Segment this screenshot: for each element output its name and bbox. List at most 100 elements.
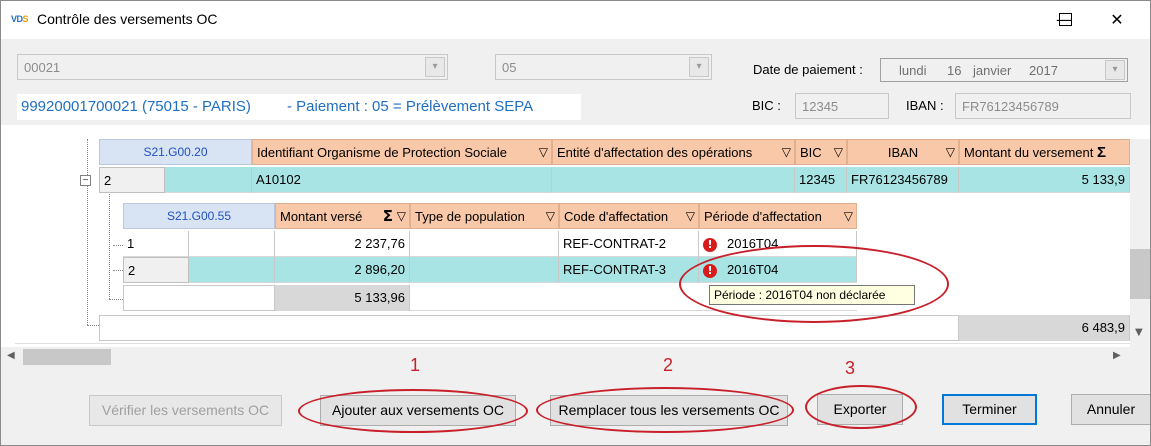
date-year: 2017 xyxy=(1029,63,1058,78)
scroll-down-icon[interactable]: ▼ xyxy=(1135,327,1143,338)
date-day: 16 xyxy=(947,63,962,78)
filter-icon[interactable]: ▽ xyxy=(946,140,955,164)
window-title: Contrôle des versements OC xyxy=(37,11,218,27)
table-cell[interactable]: 12345 xyxy=(795,167,847,193)
filter-icon[interactable]: ▽ xyxy=(782,140,791,164)
table-cell[interactable] xyxy=(410,231,559,257)
table-cell[interactable]: REF-CONTRAT-3 xyxy=(559,257,699,283)
outer-total: 6 483,9 xyxy=(959,315,1130,341)
table-cell[interactable]: FR76123456789 xyxy=(847,167,959,193)
title-bar: VDS Contrôle des versements OC — ✕ xyxy=(1,1,1150,39)
tree-collapse-icon[interactable]: − xyxy=(80,175,91,186)
warning-icon: ! xyxy=(703,237,717,252)
sum-icon[interactable]: Σ xyxy=(383,204,393,228)
col-header-periode-affectation[interactable]: Période d'affectation ▽ xyxy=(699,203,857,229)
annotation-number: 2 xyxy=(663,355,674,375)
annotation-ellipse xyxy=(805,385,917,429)
row-index: 1 xyxy=(127,236,135,251)
tree-line xyxy=(109,299,123,300)
col-header-iban[interactable]: IBAN ▽ xyxy=(847,139,959,165)
inner-total: 5 133,96 xyxy=(275,285,410,311)
annotation-ellipse xyxy=(679,245,949,323)
data-grid[interactable]: − S21.G00.20 Identifiant Organisme de Pr… xyxy=(1,139,1150,347)
date-month: janvier xyxy=(973,63,1012,78)
table-cell[interactable]: 5 133,9 xyxy=(959,167,1130,193)
filter-icon[interactable]: ▽ xyxy=(397,204,406,228)
filter-icon[interactable]: ▽ xyxy=(546,204,555,228)
chevron-down-icon[interactable]: ▾ xyxy=(425,57,445,77)
maximize-icon[interactable] xyxy=(1059,13,1072,26)
date-label: Date de paiement : xyxy=(753,62,863,77)
table-cell[interactable]: 2 896,20 xyxy=(275,257,410,283)
col-header-montant-versement[interactable]: Montant du versement Σ xyxy=(959,139,1130,165)
tree-line xyxy=(113,270,123,271)
col-header-label: Identifiant Organisme de Protection Soci… xyxy=(257,145,508,160)
dialog-window: VDS Contrôle des versements OC — ✕ 00021… xyxy=(0,0,1151,446)
row-selector[interactable]: 2 xyxy=(123,257,189,283)
col-header-label: IBAN xyxy=(887,145,919,160)
table-cell[interactable] xyxy=(552,167,795,193)
sum-icon[interactable]: Σ xyxy=(1097,144,1106,161)
row-selector[interactable]: 1 xyxy=(123,231,189,257)
row-selector[interactable]: 2 xyxy=(99,167,165,193)
scroll-right-icon[interactable]: ▶ xyxy=(1113,350,1121,361)
vertical-scrollbar[interactable]: ▼ xyxy=(1130,139,1150,347)
annotation-ellipse xyxy=(536,387,794,433)
col-header-label: Montant versé xyxy=(280,209,363,224)
iban-value: FR76123456789 xyxy=(962,99,1059,114)
col-header-bic[interactable]: BIC ▽ xyxy=(795,139,847,165)
payment-mode-combo[interactable]: 05 ▾ xyxy=(495,54,712,80)
table-cell[interactable] xyxy=(189,231,275,257)
tree-line xyxy=(109,181,110,299)
iban-field: FR76123456789 xyxy=(955,93,1131,119)
table-cell[interactable]: REF-CONTRAT-2 xyxy=(559,231,699,257)
col-header-code-affectation[interactable]: Code d'affectation ▽ xyxy=(559,203,699,229)
calendar-dropdown-icon[interactable]: ▾ xyxy=(1105,60,1125,80)
table-cell[interactable] xyxy=(165,167,252,193)
filter-icon[interactable]: ▽ xyxy=(844,204,853,228)
col-header-montant-verse[interactable]: Montant versé Σ ▽ xyxy=(275,203,410,229)
chevron-down-icon[interactable]: ▾ xyxy=(689,57,709,77)
cancel-button[interactable]: Annuler xyxy=(1071,394,1150,425)
col-header-label: Type de population xyxy=(415,209,525,224)
establishment-combo[interactable]: 00021 ▾ xyxy=(17,54,448,80)
summary-cell xyxy=(123,285,275,311)
filter-icon[interactable]: ▽ xyxy=(834,140,843,164)
scroll-thumb[interactable] xyxy=(23,349,111,365)
col-header-entite[interactable]: Entité d'affectation des opérations ▽ xyxy=(552,139,795,165)
col-header-organisme[interactable]: Identifiant Organisme de Protection Soci… xyxy=(252,139,552,165)
table-cell[interactable]: A10102 xyxy=(252,167,552,193)
payment-info-line: 99920001700021 (75015 - PARIS) - Paiemen… xyxy=(17,94,581,120)
col-header-label: Montant du versement xyxy=(964,145,1094,160)
iban-label: IBAN : xyxy=(906,98,944,113)
block-label-outer: S21.G00.20 xyxy=(99,139,252,165)
app-logo-icon: VDS xyxy=(11,14,29,24)
date-picker[interactable]: lundi 16 janvier 2017 ▾ xyxy=(880,58,1128,82)
bic-value: 12345 xyxy=(802,99,839,114)
scroll-left-icon[interactable]: ◀ xyxy=(7,350,15,361)
col-header-label: Période d'affectation xyxy=(704,209,822,224)
verify-button[interactable]: Vérifier les versements OC xyxy=(89,395,282,426)
col-header-label: Entité d'affectation des opérations xyxy=(557,145,753,160)
finish-button[interactable]: Terminer xyxy=(942,394,1037,425)
horizontal-scrollbar[interactable]: ◀ ▶ xyxy=(1,347,1150,367)
tree-line xyxy=(87,325,99,326)
filter-icon[interactable]: ▽ xyxy=(539,140,548,164)
scroll-thumb[interactable] xyxy=(1130,249,1150,299)
close-icon[interactable]: ✕ xyxy=(1094,5,1140,35)
annotation-number: 1 xyxy=(410,355,421,375)
filter-icon[interactable]: ▽ xyxy=(686,204,695,228)
table-cell[interactable] xyxy=(410,257,559,283)
block-label-inner: S21.G00.55 xyxy=(123,203,275,229)
col-header-type-population[interactable]: Type de population ▽ xyxy=(410,203,559,229)
entity-info: 99920001700021 (75015 - PARIS) xyxy=(21,98,251,115)
establishment-value: 00021 xyxy=(24,60,61,75)
bic-label: BIC : xyxy=(752,98,781,113)
bic-field: 12345 xyxy=(795,93,889,119)
payment-mode-value: 05 xyxy=(502,60,517,75)
table-cell[interactable]: 2 237,76 xyxy=(275,231,410,257)
payment-info: - Paiement : 05 = Prélèvement SEPA xyxy=(287,98,534,115)
table-cell[interactable] xyxy=(189,257,275,283)
row-index: 2 xyxy=(128,263,136,278)
annotation-ellipse xyxy=(298,389,528,433)
